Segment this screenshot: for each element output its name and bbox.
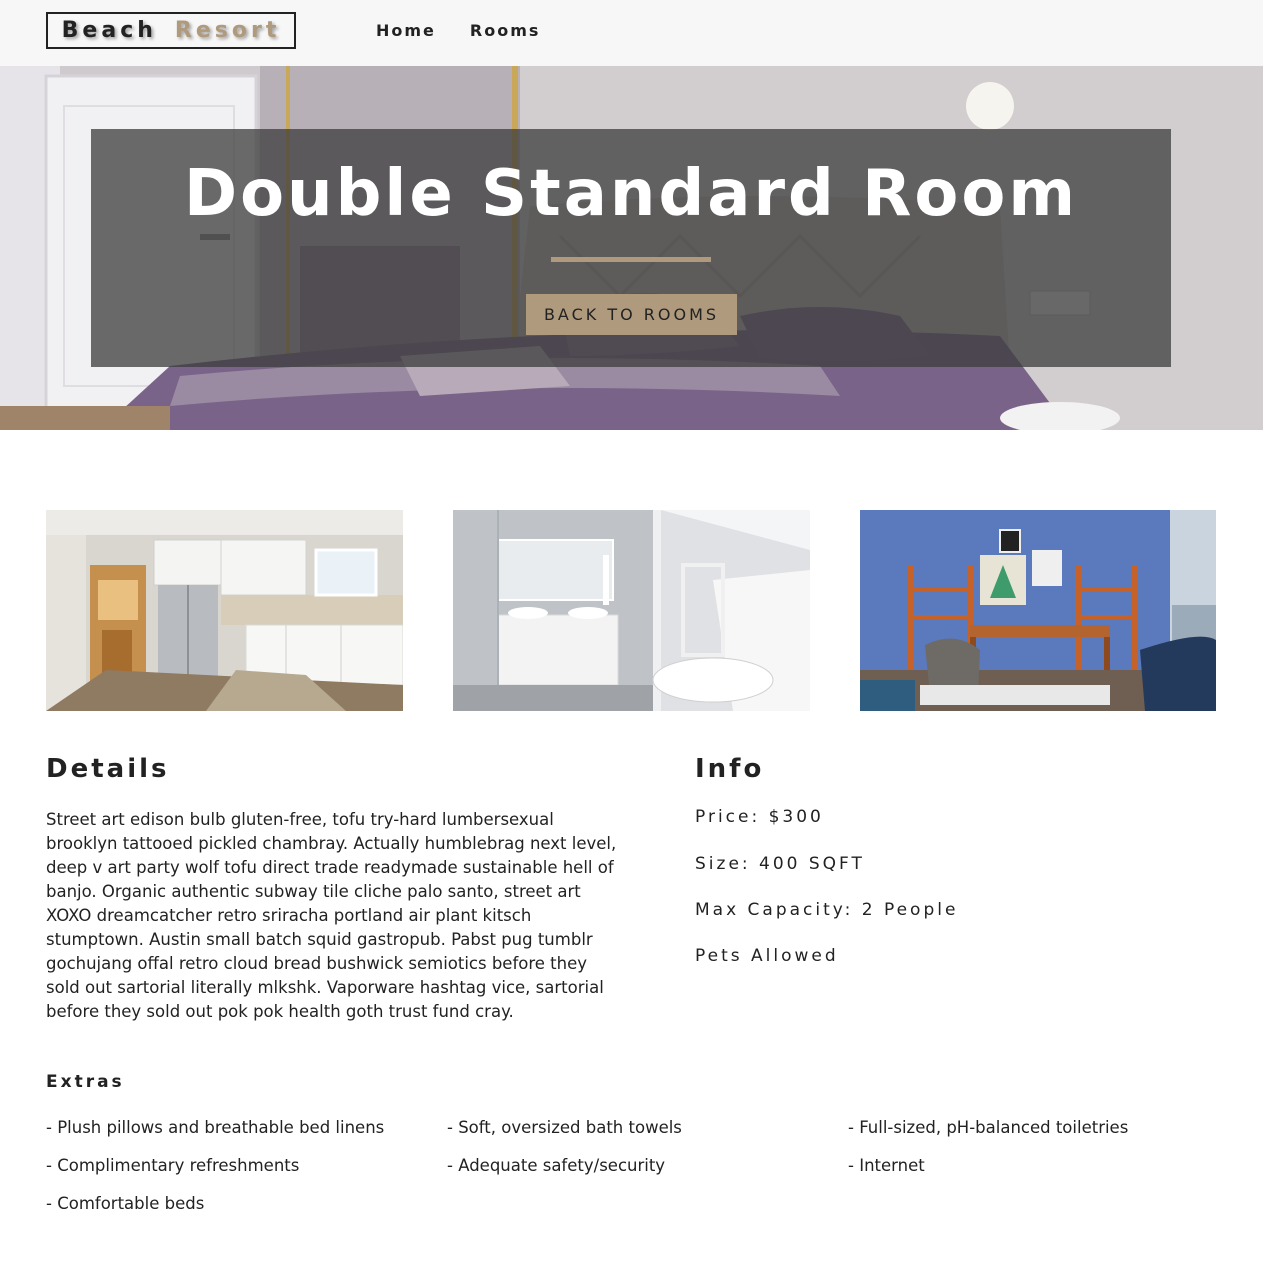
- bathroom-photo: [453, 510, 810, 711]
- extra-item: - Plush pillows and breathable bed linen…: [46, 1118, 385, 1137]
- extras-heading: Extras: [46, 1072, 125, 1092]
- living-room-photo: [860, 510, 1216, 711]
- extra-item: - Comfortable beds: [46, 1194, 205, 1213]
- room-price: Price: $300: [695, 807, 824, 827]
- gallery-image-kitchen[interactable]: [46, 510, 403, 711]
- site-logo[interactable]: Beach Resort: [46, 12, 296, 49]
- gallery-image-bathroom[interactable]: [453, 510, 810, 711]
- nav-link-rooms[interactable]: Rooms: [470, 21, 541, 40]
- extra-item: - Full-sized, pH-balanced toiletries: [848, 1118, 1129, 1137]
- navbar: Beach Resort Home Rooms: [0, 0, 1263, 66]
- extra-item: - Adequate safety/security: [447, 1156, 666, 1175]
- details-heading: Details: [46, 754, 170, 784]
- logo-word-resort: Resort: [174, 18, 281, 43]
- extra-item: - Internet: [848, 1156, 925, 1175]
- gallery-image-living-room[interactable]: [860, 510, 1216, 711]
- room-title: Double Standard Room: [183, 157, 1079, 231]
- room-capacity: Max Capacity: 2 People: [695, 900, 959, 920]
- nav-links: Home Rooms: [376, 21, 540, 40]
- back-to-rooms-button[interactable]: BACK TO ROOMS: [526, 294, 737, 335]
- title-underline: [551, 257, 711, 262]
- room-pets: Pets Allowed: [695, 946, 839, 966]
- hero-banner: Double Standard Room BACK TO ROOMS: [91, 129, 1171, 367]
- room-size: Size: 400 SQFT: [695, 854, 865, 874]
- nav-link-home[interactable]: Home: [376, 21, 436, 40]
- kitchen-photo: [46, 510, 403, 711]
- room-description: Street art edison bulb gluten-free, tofu…: [46, 810, 617, 1021]
- extra-item: - Complimentary refreshments: [46, 1156, 300, 1175]
- info-heading: Info: [695, 754, 765, 784]
- extra-item: - Soft, oversized bath towels: [447, 1118, 682, 1137]
- logo-word-beach: Beach: [61, 18, 157, 43]
- hero-bedroom-image: Double Standard Room BACK TO ROOMS: [0, 66, 1263, 430]
